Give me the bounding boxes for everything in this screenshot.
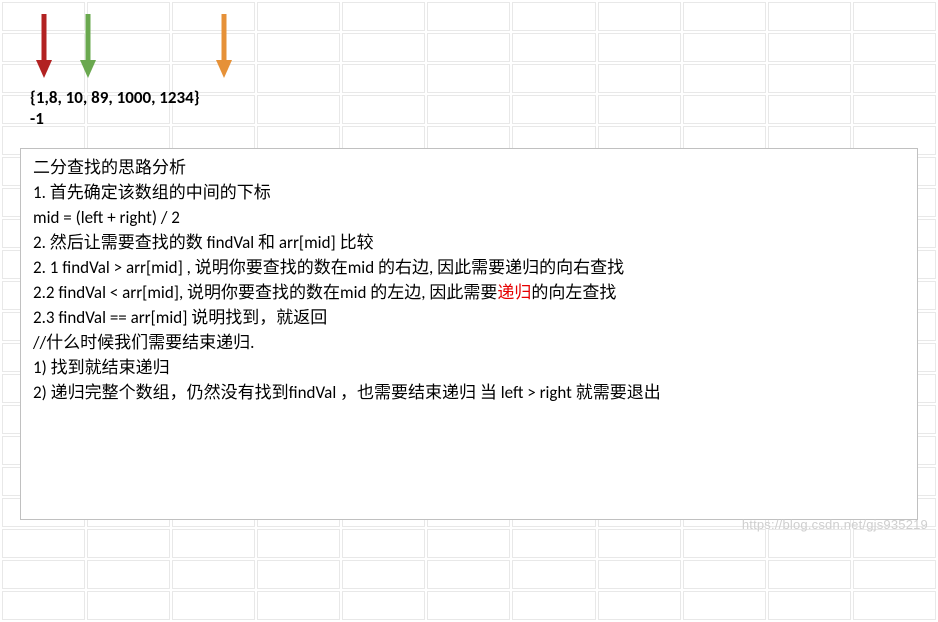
line-2: mid = (left + right) / 2 <box>33 205 905 230</box>
line-4: 2. 1 findVal > arr[mid] , 说明你要查找的数在mid 的… <box>33 255 905 280</box>
array-literal: {1,8, 10, 89, 1000, 1234} <box>30 87 200 108</box>
line-1: 1. 首先确定该数组的中间的下标 <box>33 180 905 205</box>
array-cell: {1,8, 10, 89, 1000, 1234} <box>30 88 200 108</box>
line-5-suffix: 的向左查找 <box>531 282 616 303</box>
arrow-green-icon <box>78 10 98 80</box>
line-5-red: 递归 <box>497 282 531 303</box>
arrow-red-icon <box>34 10 54 80</box>
explanation-textbox: 二分查找的思路分析 1. 首先确定该数组的中间的下标 mid = (left +… <box>20 148 918 520</box>
line-6: 2.3 findVal == arr[mid] 说明找到，就返回 <box>33 305 905 330</box>
line-3: 2. 然后让需要查找的数 findVal 和 arr[mid] 比较 <box>33 230 905 255</box>
title: 二分查找的思路分析 <box>33 155 905 180</box>
line-5-prefix: 2.2 findVal < arr[mid], 说明你要查找的数在mid 的左边… <box>33 282 497 303</box>
line-10: 2) 递归完整个数组，仍然没有找到findVal ，也需要结束递归 当 left… <box>33 380 905 405</box>
line-8: //什么时候我们需要结束递归. <box>33 330 905 355</box>
result-value: -1 <box>30 108 44 129</box>
line-9: 1) 找到就结束递归 <box>33 355 905 380</box>
result-cell: -1 <box>30 108 44 129</box>
watermark: https://blog.csdn.net/gjs935219 <box>742 517 928 532</box>
line-5: 2.2 findVal < arr[mid], 说明你要查找的数在mid 的左边… <box>33 280 905 305</box>
arrow-orange-icon <box>214 10 234 80</box>
